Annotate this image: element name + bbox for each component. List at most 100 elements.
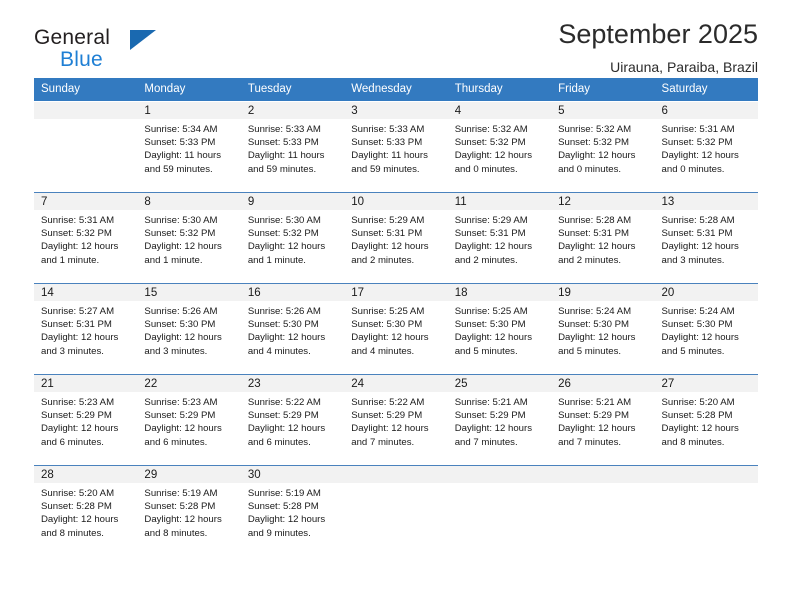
day-details: Sunrise: 5:32 AM Sunset: 5:32 PM Daylight:… [448, 119, 551, 176]
daylight-duration-line2: and 3 minutes. [661, 254, 725, 266]
daylight-duration-line1: Daylight: 12 hours [454, 423, 533, 435]
page-title: September 2025 [558, 19, 758, 49]
calendar-cell[interactable]: 4 Sunrise: 5:32 AM Sunset: 5:32 PM Daylight… [447, 101, 552, 193]
calendar-cell[interactable]: 17 Sunrise: 5:25 AM Sunset: 5:30 PM Dayligh… [344, 283, 448, 375]
sunset-time: Sunset: 5:29 PM [41, 410, 112, 422]
sunrise-time: Sunrise: 5:32 AM [454, 124, 528, 135]
calendar-cell[interactable]: 22 Sunrise: 5:23 AM Sunset: 5:29 PM Dayligh… [137, 374, 241, 466]
sunset-time: Sunset: 5:28 PM [661, 410, 733, 422]
sunset-time: Sunset: 5:29 PM [454, 410, 526, 422]
triangle-logo-icon [130, 30, 156, 50]
day-cell: 29 Sunrise: 5:19 AM Sunset: 5:28 PM Dayligh… [137, 466, 241, 556]
day-details: Sunrise: 5:33 AM Sunset: 5:33 PM Daylight:… [241, 119, 344, 176]
day-cell: 21 Sunrise: 5:23 AM Sunset: 5:29 PM Dayligh… [34, 375, 138, 465]
calendar-cell[interactable]: 24 Sunrise: 5:22 AM Sunset: 5:29 PM Dayligh… [344, 374, 448, 466]
calendar-cell[interactable]: 16 Sunrise: 5:26 AM Sunset: 5:30 PM Dayligh… [240, 283, 345, 375]
sunrise-time: Sunrise: 5:32 AM [558, 124, 632, 135]
sunrise-time: Sunrise: 5:26 AM [247, 306, 321, 317]
calendar-cell[interactable]: 2 Sunrise: 5:33 AM Sunset: 5:33 PM Daylight… [240, 101, 345, 193]
sunset-time: Sunset: 5:32 PM [661, 137, 733, 149]
daylight-duration-line2: and 6 minutes. [144, 436, 208, 448]
day-details: Sunrise: 5:25 AM Sunset: 5:30 PM Daylight:… [448, 301, 551, 358]
calendar-cell[interactable]: 15 Sunrise: 5:26 AM Sunset: 5:30 PM Dayligh… [137, 283, 241, 375]
calendar-cell[interactable]: 28 Sunrise: 5:20 AM Sunset: 5:28 PM Dayligh… [34, 465, 138, 556]
calendar-cell[interactable]: 23 Sunrise: 5:22 AM Sunset: 5:29 PM Dayligh… [240, 374, 345, 466]
calendar-cell[interactable]: 10 Sunrise: 5:29 AM Sunset: 5:31 PM Dayligh… [344, 192, 448, 284]
calendar-cell[interactable]: 30 Sunrise: 5:19 AM Sunset: 5:28 PM Dayligh… [240, 465, 345, 556]
sunset-time: Sunset: 5:30 PM [661, 319, 733, 331]
day-number [447, 466, 552, 483]
day-cell: 1 Sunrise: 5:34 AM Sunset: 5:33 PM Daylight… [137, 102, 241, 192]
sunrise-time: Sunrise: 5:28 AM [558, 215, 632, 226]
calendar-cell[interactable]: 7 Sunrise: 5:31 AM Sunset: 5:32 PM Daylight… [34, 192, 138, 284]
day-cell: 4 Sunrise: 5:32 AM Sunset: 5:32 PM Daylight… [447, 102, 552, 192]
day-cell: 26 Sunrise: 5:21 AM Sunset: 5:29 PM Dayligh… [551, 375, 655, 465]
sunrise-time: Sunrise: 5:23 AM [144, 397, 218, 408]
calendar-cell[interactable]: 27 Sunrise: 5:20 AM Sunset: 5:28 PM Dayligh… [654, 374, 758, 466]
day-cell: 12 Sunrise: 5:28 AM Sunset: 5:31 PM Dayligh… [551, 193, 655, 283]
calendar-cell[interactable]: 9 Sunrise: 5:30 AM Sunset: 5:32 PM Daylight… [240, 192, 345, 284]
calendar-cell[interactable] [447, 465, 552, 556]
calendar-cell[interactable]: 19 Sunrise: 5:24 AM Sunset: 5:30 PM Dayligh… [551, 283, 655, 375]
calendar-cell[interactable]: 11 Sunrise: 5:29 AM Sunset: 5:31 PM Dayligh… [447, 192, 552, 284]
day-details: Sunrise: 5:22 AM Sunset: 5:29 PM Daylight:… [344, 392, 447, 449]
sunset-time: Sunset: 5:30 PM [558, 319, 630, 331]
daylight-duration-line2: and 4 minutes. [351, 345, 415, 357]
daylight-duration-line2: and 1 minute. [144, 254, 203, 266]
sunset-time: Sunset: 5:32 PM [144, 228, 216, 240]
daylight-duration-line1: Daylight: 12 hours [351, 332, 429, 344]
sunrise-time: Sunrise: 5:19 AM [144, 488, 218, 499]
calendar-cell[interactable]: 20 Sunrise: 5:24 AM Sunset: 5:30 PM Dayligh… [654, 283, 758, 375]
calendar-cell[interactable] [34, 101, 138, 193]
sunset-time: Sunset: 5:28 PM [247, 501, 319, 513]
sunset-time: Sunset: 5:31 PM [558, 228, 630, 240]
calendar-cell[interactable]: 3 Sunrise: 5:33 AM Sunset: 5:33 PM Daylight… [344, 101, 448, 193]
calendar-cell[interactable]: 26 Sunrise: 5:21 AM Sunset: 5:29 PM Dayligh… [551, 374, 655, 466]
calendar-cell[interactable]: 8 Sunrise: 5:30 AM Sunset: 5:32 PM Daylight… [137, 192, 241, 284]
calendar-cell[interactable]: 5 Sunrise: 5:32 AM Sunset: 5:32 PM Daylight… [551, 101, 655, 193]
calendar-cell[interactable] [344, 465, 448, 556]
day-details [34, 119, 137, 123]
brand-logo[interactable]: General Blue [34, 26, 264, 74]
day-cell: 10 Sunrise: 5:29 AM Sunset: 5:31 PM Dayligh… [344, 193, 448, 283]
calendar-cell[interactable]: 1 Sunrise: 5:34 AM Sunset: 5:33 PM Daylight… [137, 101, 241, 193]
sunset-time: Sunset: 5:32 PM [454, 137, 526, 149]
day-details [448, 483, 551, 487]
calendar-cell[interactable]: 18 Sunrise: 5:25 AM Sunset: 5:30 PM Dayligh… [447, 283, 552, 375]
day-details: Sunrise: 5:26 AM Sunset: 5:30 PM Daylight:… [137, 301, 240, 358]
day-number: 3 [344, 102, 448, 119]
daylight-duration-line1: Daylight: 12 hours [661, 241, 739, 253]
calendar-cell[interactable]: 29 Sunrise: 5:19 AM Sunset: 5:28 PM Dayligh… [137, 465, 241, 556]
daylight-duration-line1: Daylight: 12 hours [351, 423, 429, 435]
sunrise-time: Sunrise: 5:30 AM [247, 215, 321, 226]
sunrise-time: Sunrise: 5:22 AM [351, 397, 425, 408]
calendar-cell[interactable]: 12 Sunrise: 5:28 AM Sunset: 5:31 PM Dayligh… [551, 192, 655, 284]
calendar-cell[interactable]: 14 Sunrise: 5:27 AM Sunset: 5:31 PM Dayligh… [34, 283, 138, 375]
calendar-cell[interactable] [551, 465, 655, 556]
calendar-cell[interactable]: 21 Sunrise: 5:23 AM Sunset: 5:29 PM Dayligh… [34, 374, 138, 466]
weekday-header-saturday: Saturday [654, 78, 758, 102]
sunset-time: Sunset: 5:31 PM [661, 228, 733, 240]
calendar-cell[interactable]: 13 Sunrise: 5:28 AM Sunset: 5:31 PM Dayligh… [654, 192, 758, 284]
day-details: Sunrise: 5:19 AM Sunset: 5:28 PM Daylight:… [137, 483, 240, 540]
day-number: 16 [240, 284, 345, 301]
calendar-cell[interactable]: 6 Sunrise: 5:31 AM Sunset: 5:32 PM Daylight… [654, 101, 758, 193]
day-number: 14 [34, 284, 138, 301]
day-details: Sunrise: 5:21 AM Sunset: 5:29 PM Daylight:… [448, 392, 551, 449]
sunset-time: Sunset: 5:30 PM [351, 319, 423, 331]
calendar-cell[interactable]: 25 Sunrise: 5:21 AM Sunset: 5:29 PM Dayligh… [447, 374, 552, 466]
day-details: Sunrise: 5:29 AM Sunset: 5:31 PM Daylight:… [344, 210, 447, 267]
day-number: 27 [654, 375, 758, 392]
daylight-duration-line2: and 0 minutes. [454, 163, 518, 175]
daylight-duration-line2: and 8 minutes. [144, 527, 208, 539]
calendar-cell[interactable] [654, 465, 758, 556]
day-number: 18 [447, 284, 552, 301]
day-details: Sunrise: 5:32 AM Sunset: 5:32 PM Daylight:… [551, 119, 654, 176]
daylight-duration-line1: Daylight: 12 hours [454, 241, 533, 253]
sunrise-time: Sunrise: 5:31 AM [41, 215, 115, 226]
sunrise-time: Sunrise: 5:25 AM [454, 306, 528, 317]
day-number: 20 [654, 284, 758, 301]
sunrise-time: Sunrise: 5:26 AM [144, 306, 218, 317]
daylight-duration-line2: and 59 minutes. [351, 163, 420, 175]
day-number [654, 466, 758, 483]
